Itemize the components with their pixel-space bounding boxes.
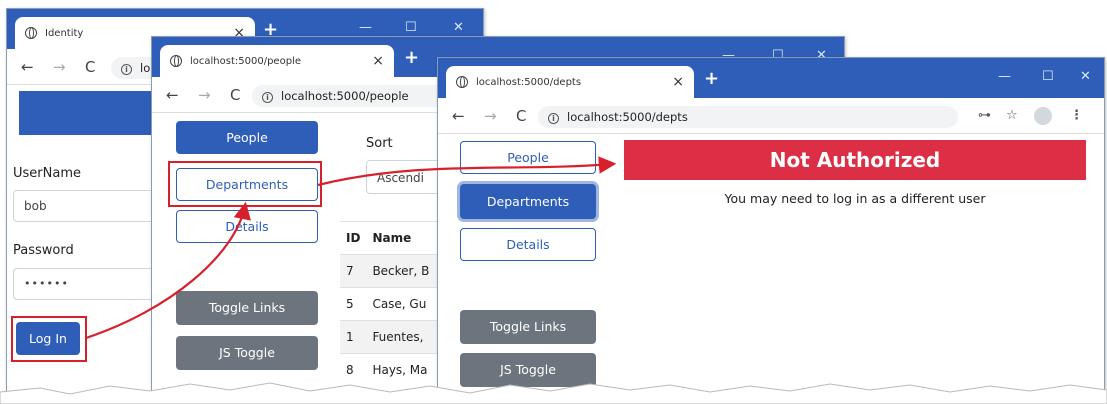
nav-people-button[interactable]: People: [460, 141, 596, 174]
tab-title: localhost:5000/depts: [476, 76, 582, 88]
nav-details-button[interactable]: Details: [176, 210, 318, 243]
minimize-button[interactable]: —: [359, 20, 372, 35]
minimize-button[interactable]: —: [998, 69, 1011, 84]
url-text: localhost:5000/depts: [567, 110, 688, 124]
tab-depts[interactable]: localhost:5000/depts ×: [446, 66, 694, 98]
username-label: UserName: [13, 166, 81, 181]
forward-icon[interactable]: →: [198, 86, 211, 104]
nav-details-button[interactable]: Details: [460, 228, 596, 261]
info-icon: i: [121, 64, 132, 75]
url-text: localhost:5000/people: [281, 89, 409, 103]
js-toggle-button[interactable]: JS Toggle: [460, 353, 596, 387]
column-header-id: ID: [340, 221, 367, 255]
title-bar: localhost:5000/depts × + — ☐ ✕: [438, 58, 1104, 98]
info-icon: i: [262, 92, 273, 103]
tab-title: Identity: [45, 27, 84, 39]
back-icon[interactable]: ←: [166, 86, 179, 104]
reload-icon[interactable]: C: [516, 107, 526, 125]
login-callout-box: [11, 316, 87, 362]
toggle-links-button[interactable]: Toggle Links: [176, 291, 318, 325]
nav-people-button[interactable]: People: [176, 121, 318, 154]
close-tab-icon[interactable]: ×: [672, 74, 684, 90]
globe-icon: [25, 27, 37, 39]
close-tab-icon[interactable]: ×: [372, 53, 384, 69]
globe-icon: [456, 76, 468, 88]
toggle-links-button[interactable]: Toggle Links: [460, 310, 596, 344]
nav-departments-button[interactable]: Departments: [460, 184, 596, 219]
maximize-button[interactable]: ☐: [405, 20, 417, 35]
cell-id: 8: [340, 353, 367, 387]
cell-id: 1: [340, 320, 367, 354]
new-tab-button[interactable]: +: [704, 68, 719, 89]
reload-icon[interactable]: C: [230, 86, 240, 104]
forward-icon[interactable]: →: [53, 58, 66, 76]
tab-title: localhost:5000/people: [190, 55, 301, 67]
profile-icon[interactable]: [1034, 107, 1052, 125]
close-window-button[interactable]: ✕: [1080, 69, 1091, 84]
star-icon[interactable]: ☆: [1006, 108, 1018, 123]
screenshot-stage: Identity × + — ☐ ✕ ← → C i lo UserName bo…: [0, 0, 1107, 404]
browser-window-depts: localhost:5000/depts × + — ☐ ✕ ← → C i lo…: [437, 57, 1105, 404]
cell-id: 5: [340, 287, 367, 321]
globe-icon: [170, 55, 182, 67]
forward-icon[interactable]: →: [484, 107, 497, 125]
js-toggle-button[interactable]: JS Toggle: [176, 336, 318, 370]
page-content: People Departments Details Toggle Links …: [438, 135, 1104, 404]
close-window-button[interactable]: ✕: [453, 20, 464, 35]
new-tab-button[interactable]: +: [404, 47, 419, 68]
tab-people[interactable]: localhost:5000/people ×: [160, 45, 394, 77]
cell-id: 7: [340, 254, 367, 288]
auth-message: You may need to log in as a different us…: [724, 191, 986, 206]
info-icon: i: [548, 113, 559, 124]
url-field[interactable]: i localhost:5000/depts: [538, 106, 958, 128]
menu-icon[interactable]: ⋮: [1070, 108, 1083, 123]
back-icon[interactable]: ←: [452, 107, 465, 125]
reload-icon[interactable]: C: [85, 58, 95, 76]
password-label: Password: [13, 243, 74, 258]
key-icon[interactable]: ⊶: [978, 108, 991, 123]
back-icon[interactable]: ←: [21, 58, 34, 76]
url-text: lo: [140, 61, 151, 75]
address-bar: ← → C i localhost:5000/depts ⊶ ☆ ⋮: [438, 98, 1104, 134]
departments-callout-box: [168, 161, 322, 207]
sort-label: Sort: [366, 136, 393, 151]
not-authorized-banner: Not Authorized: [624, 140, 1086, 180]
maximize-button[interactable]: ☐: [1042, 69, 1054, 84]
